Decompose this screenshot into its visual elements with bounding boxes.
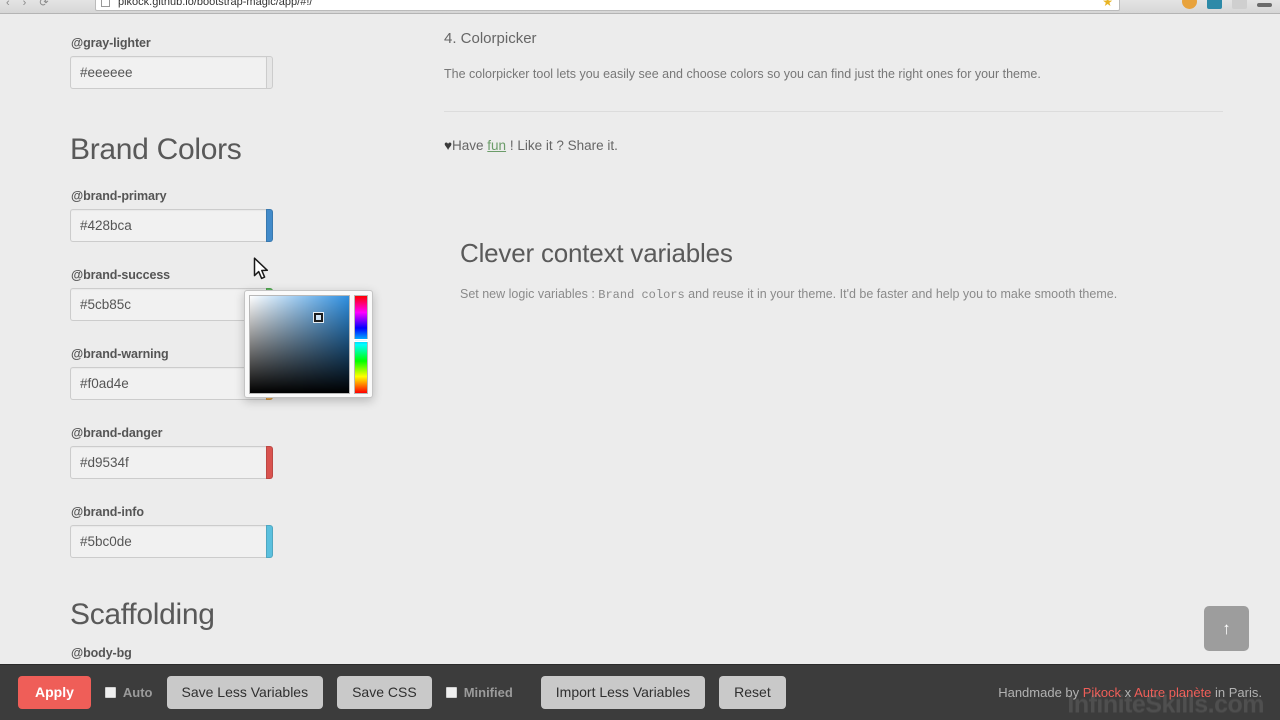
variable-label: @brand-info	[71, 505, 144, 519]
variable-label: @gray-lighter	[71, 36, 151, 50]
back-to-top-button[interactable]: ↑	[1204, 606, 1249, 651]
arrow-up-icon: ↑	[1222, 618, 1231, 638]
bottom-toolbar: Apply Auto Save Less Variables Save CSS …	[0, 664, 1280, 720]
color-text-input[interactable]	[70, 446, 266, 479]
color-text-input[interactable]	[70, 288, 266, 321]
reset-button[interactable]: Reset	[719, 676, 786, 709]
extension-icon-2[interactable]	[1207, 0, 1222, 9]
color-swatch-button[interactable]	[266, 209, 273, 242]
doc-paragraph: The colorpicker tool lets you easily see…	[444, 67, 1041, 81]
fun-prefix: Have	[452, 137, 488, 153]
color-swatch-button[interactable]	[266, 56, 273, 89]
color-swatch-button[interactable]	[266, 525, 273, 558]
promo-block: Clever context variables Set new logic v…	[460, 238, 1160, 304]
docs-panel: 4. Colorpicker The colorpicker tool lets…	[444, 14, 1234, 302]
credit-link-autre-planete[interactable]: Autre planète	[1134, 685, 1211, 700]
variable-group-brand-danger: @brand-danger	[70, 426, 400, 479]
menu-icon[interactable]	[1257, 2, 1272, 7]
minified-checkbox-group[interactable]: Minified	[445, 685, 513, 700]
credit-suffix: in Paris.	[1211, 685, 1262, 700]
back-icon[interactable]: ‹	[6, 0, 10, 9]
reload-icon[interactable]: ⟳	[39, 0, 48, 9]
color-text-input[interactable]	[70, 209, 266, 242]
shield-icon[interactable]	[1232, 0, 1247, 9]
variable-label-body-bg: @body-bg	[71, 646, 132, 660]
address-bar[interactable]: pikock.github.io/bootstrap-magic/app/#!/…	[95, 0, 1120, 11]
credit-text: Handmade by Pikock x Autre planète in Pa…	[998, 685, 1262, 700]
credit-link-pikock[interactable]: Pikock	[1083, 685, 1121, 700]
variable-label: @brand-success	[71, 268, 171, 282]
color-swatch-button[interactable]	[266, 446, 273, 479]
promo-text-after: and reuse it in your theme. It'd be fast…	[684, 287, 1118, 301]
color-input-group	[70, 209, 273, 242]
variable-group-brand-info: @brand-info	[70, 505, 400, 558]
import-less-variables-button[interactable]: Import Less Variables	[540, 676, 706, 709]
forward-icon[interactable]: ›	[23, 0, 27, 9]
save-css-button[interactable]: Save CSS	[337, 676, 432, 709]
color-input-group	[70, 56, 273, 89]
credit-prefix: Handmade by	[998, 685, 1083, 700]
section-title-scaffolding: Scaffolding	[70, 598, 215, 631]
promo-code: Brand colors	[598, 288, 685, 302]
browser-chrome: ‹ › ⟳ pikock.github.io/bootstrap-magic/a…	[0, 0, 1280, 14]
fun-link[interactable]: fun	[487, 138, 506, 153]
credit-separator: x	[1121, 685, 1135, 700]
variable-label: @brand-danger	[71, 426, 163, 440]
bookmark-star-icon[interactable]: ★	[1102, 0, 1113, 9]
minified-label: Minified	[463, 685, 513, 700]
minified-checkbox[interactable]	[445, 687, 457, 698]
color-text-input[interactable]	[70, 367, 266, 400]
app-page: @gray-light you may prefer using your ow…	[0, 8, 1280, 720]
color-input-group	[70, 446, 273, 479]
colorpicker-saturation-area[interactable]	[249, 295, 350, 394]
color-text-input[interactable]	[70, 56, 266, 89]
section-title-brand-colors: Brand Colors	[70, 133, 242, 166]
colorpicker-popup[interactable]	[244, 290, 373, 398]
color-input-group	[70, 288, 273, 321]
promo-text: Set new logic variables : Brand colors a…	[460, 285, 1160, 304]
apply-button[interactable]: Apply	[18, 676, 91, 709]
promo-title: Clever context variables	[460, 238, 733, 268]
color-input-group	[70, 525, 273, 558]
page-info-icon	[101, 0, 110, 7]
auto-label: Auto	[122, 685, 153, 700]
colorpicker-hue-marker[interactable]	[354, 339, 368, 342]
color-text-input[interactable]	[70, 525, 266, 558]
save-less-variables-button[interactable]: Save Less Variables	[166, 676, 324, 709]
doc-heading: 4. Colorpicker	[444, 30, 537, 47]
divider	[444, 110, 1223, 112]
heart-icon: ♥	[444, 137, 453, 153]
colorpicker-hue-strip[interactable]	[354, 295, 368, 394]
address-bar-url: pikock.github.io/bootstrap-magic/app/#!/	[118, 0, 313, 8]
auto-checkbox-group[interactable]: Auto	[104, 685, 153, 700]
auto-checkbox[interactable]	[104, 687, 116, 698]
variable-group-gray-lighter: @gray-lighter	[70, 36, 400, 89]
browser-extensions	[1182, 0, 1272, 9]
variable-group-brand-primary: @brand-primary	[70, 189, 400, 242]
colorpicker-saturation-marker[interactable]	[314, 313, 323, 322]
browser-nav-buttons: ‹ › ⟳	[6, 0, 49, 9]
promo-text-before: Set new logic variables :	[460, 287, 599, 301]
color-input-group	[70, 367, 273, 400]
fun-suffix: ! Like it ? Share it.	[506, 137, 618, 153]
variable-label: @brand-primary	[71, 189, 167, 203]
extension-icon-1[interactable]	[1182, 0, 1197, 9]
have-fun-line: ♥Have fun ! Like it ? Share it.	[444, 138, 1234, 153]
